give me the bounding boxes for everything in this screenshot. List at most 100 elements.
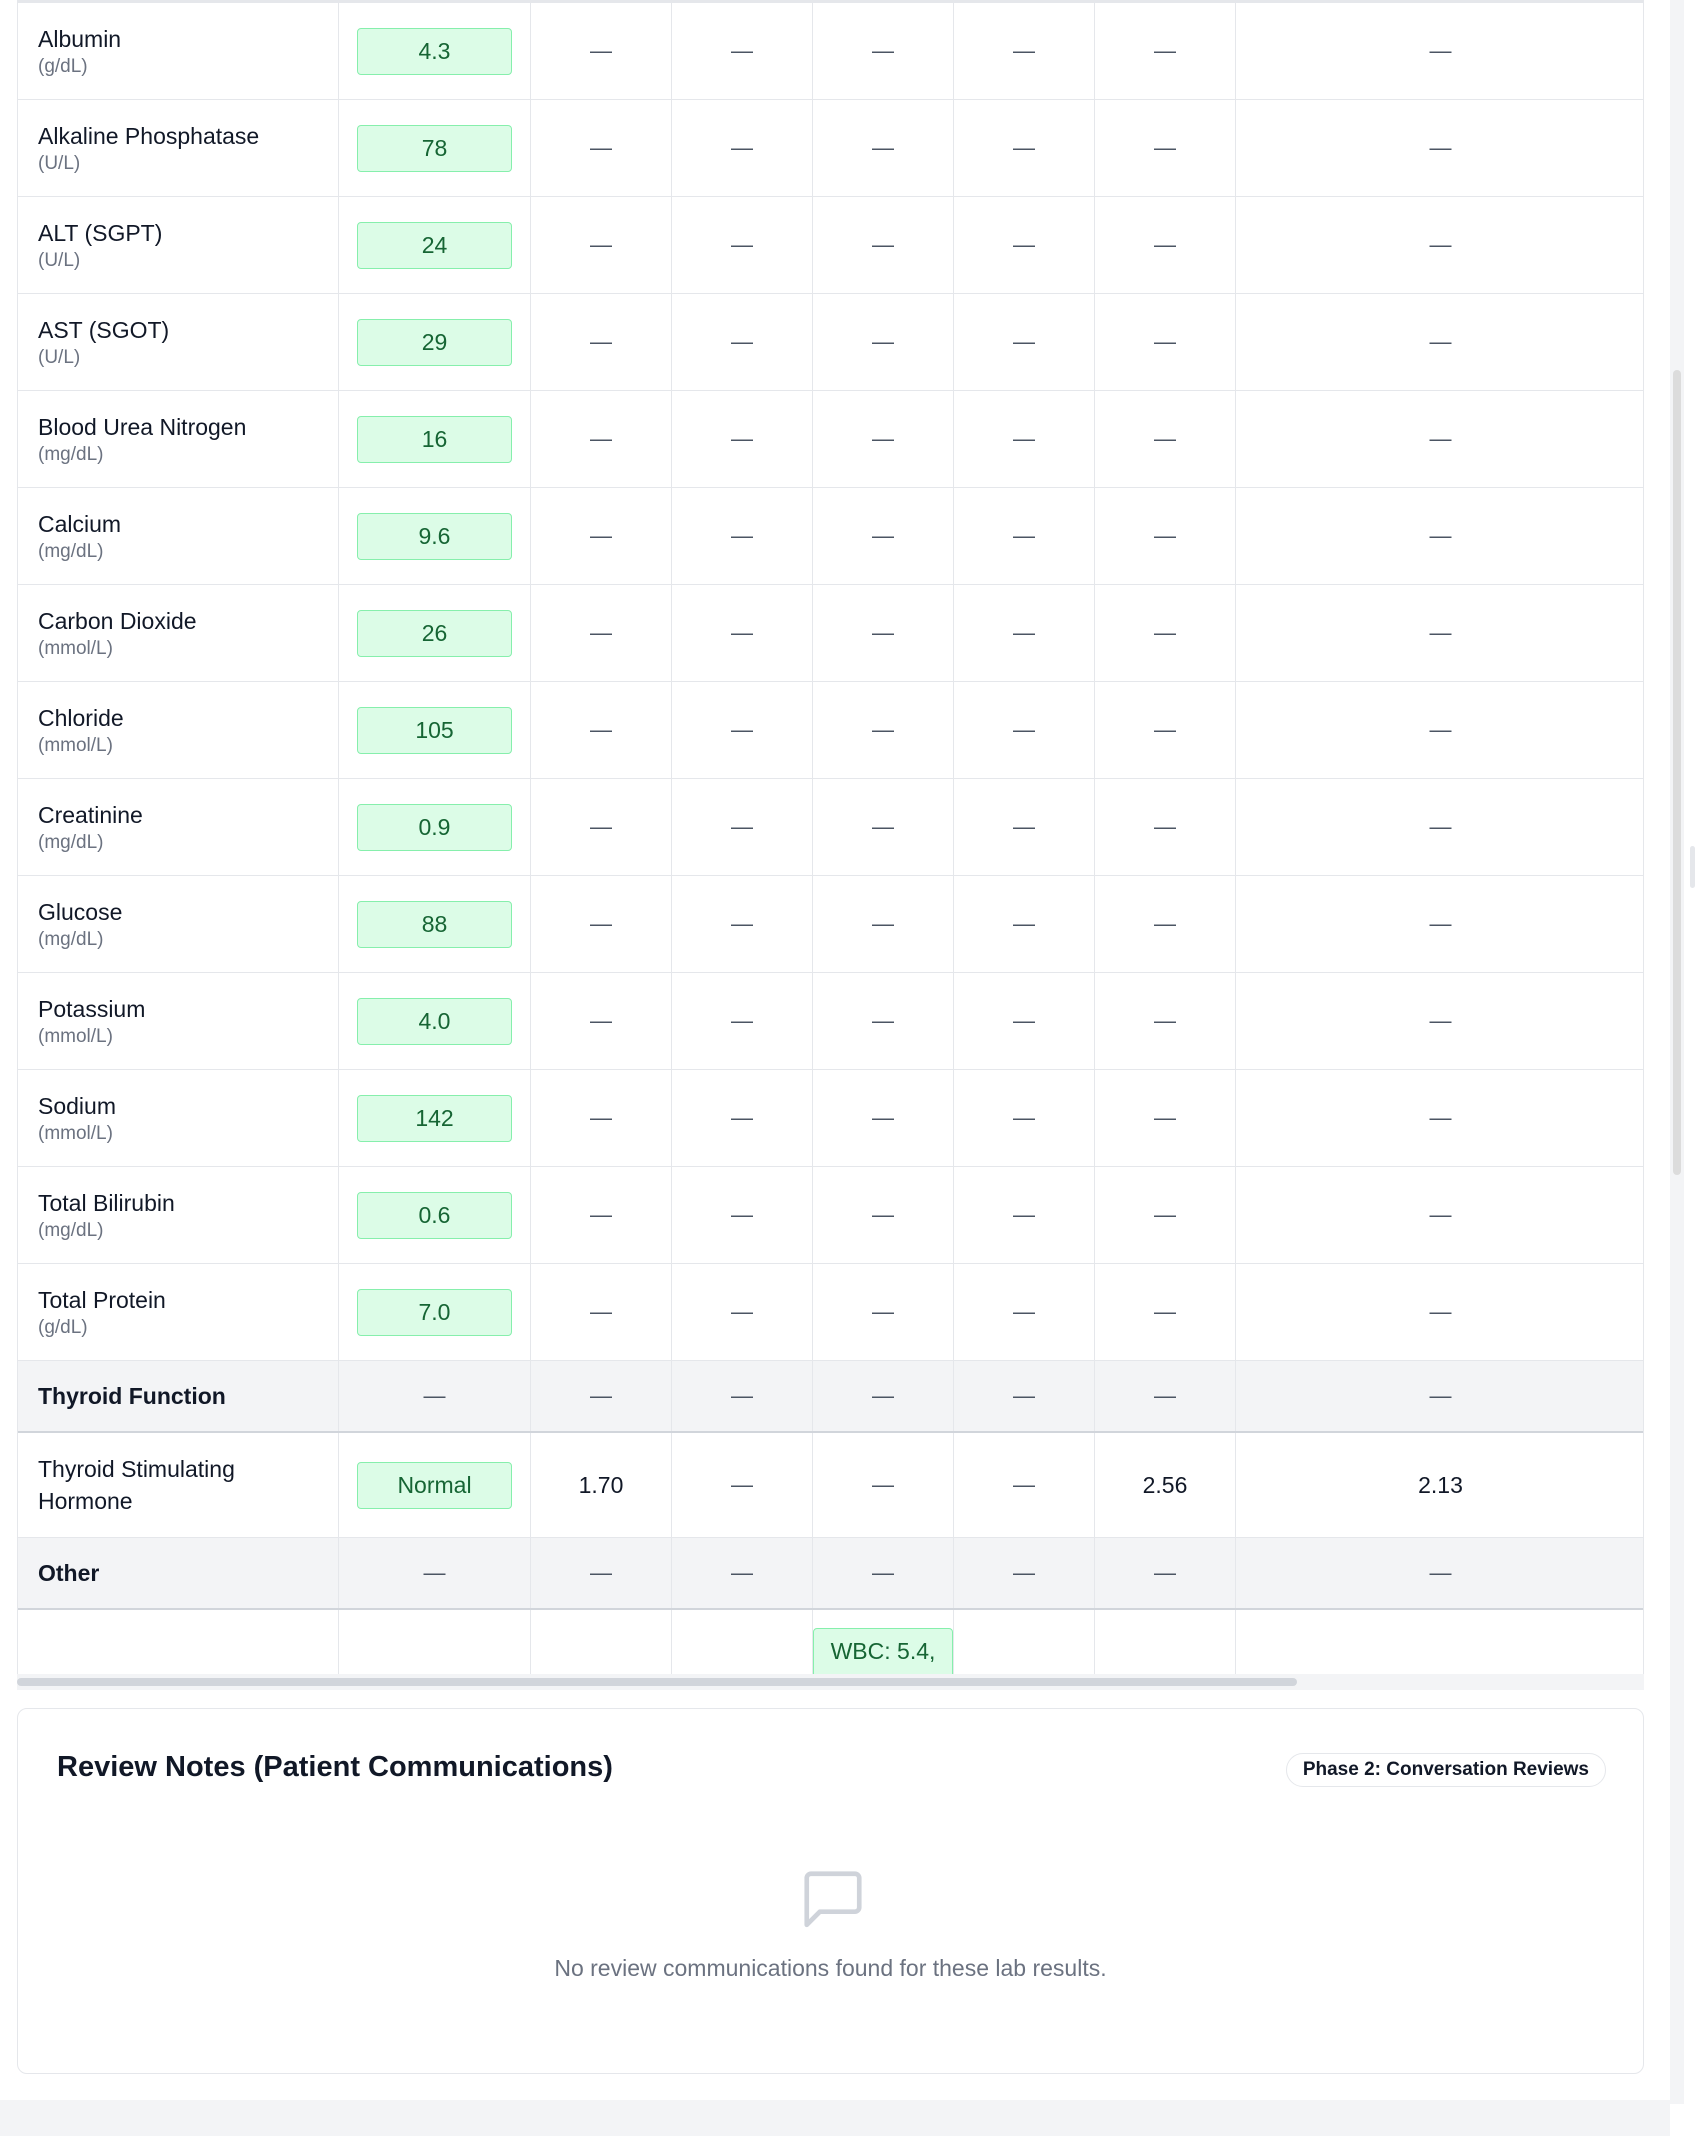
page-footer-strip — [0, 2100, 1670, 2136]
history-cell — [1095, 1610, 1236, 1680]
history-cell: — — [1236, 3, 1643, 99]
lab-name-cell: Carbon Dioxide (mmol/L) — [18, 585, 339, 681]
empty-value: — — [423, 1560, 446, 1585]
lab-name-cell: Calcium (mg/dL) — [18, 488, 339, 584]
history-cell: — — [1095, 1264, 1236, 1360]
empty-value: — — [872, 814, 894, 839]
section-cell: — — [954, 1361, 1095, 1431]
result-value-pill[interactable]: 0.6 — [357, 1191, 512, 1239]
lab-name-wrap: Potassium (mmol/L) — [38, 993, 145, 1049]
side-panel-resize-handle[interactable] — [1690, 846, 1695, 888]
history-value: 1.70 — [578, 1471, 624, 1498]
history-cell — [531, 1610, 672, 1680]
section-cell: — — [531, 1538, 672, 1608]
empty-value: — — [1013, 1383, 1035, 1408]
horizontal-scrollbar[interactable] — [17, 1674, 1644, 1690]
page: Albumin (g/dL) 4.3— — — — — — Alkaline Phosphata… — [0, 0, 1698, 2136]
history-cell: — — [1236, 876, 1643, 972]
vertical-scrollbar[interactable] — [1670, 0, 1684, 2104]
lab-test-name: Carbon Dioxide — [38, 608, 197, 634]
empty-value: — — [872, 1008, 894, 1033]
lab-test-name: ALT (SGPT) — [38, 220, 163, 246]
history-cell: — — [531, 100, 672, 196]
latest-value-cell: 88 — [339, 876, 531, 972]
lab-name-wrap: Total Bilirubin (mg/dL) — [38, 1187, 175, 1243]
table-row: Albumin (g/dL) 4.3 — — — — — — — [18, 3, 1643, 100]
history-cell: — — [1095, 1070, 1236, 1166]
lab-test-name: Total Protein — [38, 1287, 166, 1313]
history-cell: — — [813, 391, 954, 487]
history-cell: — — [954, 1070, 1095, 1166]
result-value-pill[interactable]: 105 — [357, 706, 512, 754]
vertical-scroll-thumb[interactable] — [1673, 370, 1681, 1175]
history-cell: — — [813, 585, 954, 681]
table-row: Carbon Dioxide (mmol/L) 26 — — — — — — — [18, 585, 1643, 682]
result-value-pill[interactable]: 24 — [357, 221, 512, 269]
table-row: Sodium (mmol/L) 142 — — — — — — — [18, 1070, 1643, 1167]
history-cell: — — [531, 1167, 672, 1263]
latest-value-cell — [339, 1610, 531, 1680]
empty-value: — — [1429, 426, 1452, 451]
empty-value: — — [590, 426, 612, 451]
result-value-pill[interactable]: 26 — [357, 609, 512, 657]
history-cell: 2.56 — [1095, 1433, 1236, 1537]
lab-test-unit: (U/L) — [38, 250, 81, 271]
result-value-pill[interactable]: 16 — [357, 415, 512, 463]
history-cell: — — [1236, 197, 1643, 293]
empty-value: — — [1154, 232, 1176, 257]
empty-value: — — [1013, 911, 1035, 936]
latest-value-cell: 16 — [339, 391, 531, 487]
lab-name-cell — [18, 1610, 339, 1680]
lab-name-wrap: Alkaline Phosphatase (U/L) — [38, 120, 259, 176]
history-cell: — — [531, 3, 672, 99]
history-cell: — — [1095, 1167, 1236, 1263]
result-value-pill[interactable]: 9.6 — [357, 512, 512, 560]
history-cell: — — [954, 391, 1095, 487]
empty-value: — — [1429, 1105, 1452, 1130]
result-value-pill[interactable]: 29 — [357, 318, 512, 366]
lab-test-unit: (mg/dL) — [38, 832, 104, 853]
history-cell: — — [531, 682, 672, 778]
lab-test-unit: (mg/dL) — [38, 541, 104, 562]
empty-value: — — [590, 135, 612, 160]
history-cell: — — [954, 3, 1095, 99]
history-cell: — — [531, 1070, 672, 1166]
horizontal-scroll-thumb[interactable] — [17, 1678, 1297, 1686]
result-value-pill[interactable]: 88 — [357, 900, 512, 948]
result-summary-pill[interactable]: WBC: 5.4, — [813, 1628, 953, 1675]
latest-value-cell: 0.9 — [339, 779, 531, 875]
empty-value: — — [731, 911, 753, 936]
empty-value: — — [1154, 911, 1176, 936]
result-value-pill[interactable]: 7.0 — [357, 1288, 512, 1336]
history-cell: — — [672, 1070, 813, 1166]
history-cell: — — [531, 1264, 672, 1360]
empty-value: — — [872, 717, 894, 742]
result-status-pill[interactable]: Normal — [357, 1461, 512, 1509]
history-cell: — — [672, 779, 813, 875]
history-cell: — — [1095, 197, 1236, 293]
result-value-pill[interactable]: 4.3 — [357, 27, 512, 75]
lab-name-wrap: Calcium (mg/dL) — [38, 508, 121, 564]
empty-value: — — [1429, 232, 1452, 257]
result-value-pill[interactable]: 78 — [357, 124, 512, 172]
phase-badge: Phase 2: Conversation Reviews — [1285, 1753, 1606, 1787]
history-cell: — — [813, 294, 954, 390]
history-cell: — — [672, 488, 813, 584]
empty-value: — — [590, 1105, 612, 1130]
empty-value: — — [590, 1202, 612, 1227]
result-value-pill[interactable]: 0.9 — [357, 803, 512, 851]
empty-value: — — [590, 523, 612, 548]
empty-value: — — [1429, 620, 1452, 645]
empty-value: — — [731, 620, 753, 645]
empty-value: — — [1429, 135, 1452, 160]
result-value-pill[interactable]: 4.0 — [357, 997, 512, 1045]
table-row: Thyroid Stimulating Hormone Normal 1.70 — — — 2… — [18, 1433, 1643, 1538]
history-cell: — — [672, 1433, 813, 1537]
lab-test-unit: (mmol/L) — [38, 735, 113, 756]
empty-value: — — [590, 1560, 612, 1585]
empty-value: — — [590, 911, 612, 936]
result-value-pill[interactable]: 142 — [357, 1094, 512, 1142]
empty-value: — — [1154, 135, 1176, 160]
empty-value: — — [590, 1383, 612, 1408]
empty-value: — — [1013, 1299, 1035, 1324]
